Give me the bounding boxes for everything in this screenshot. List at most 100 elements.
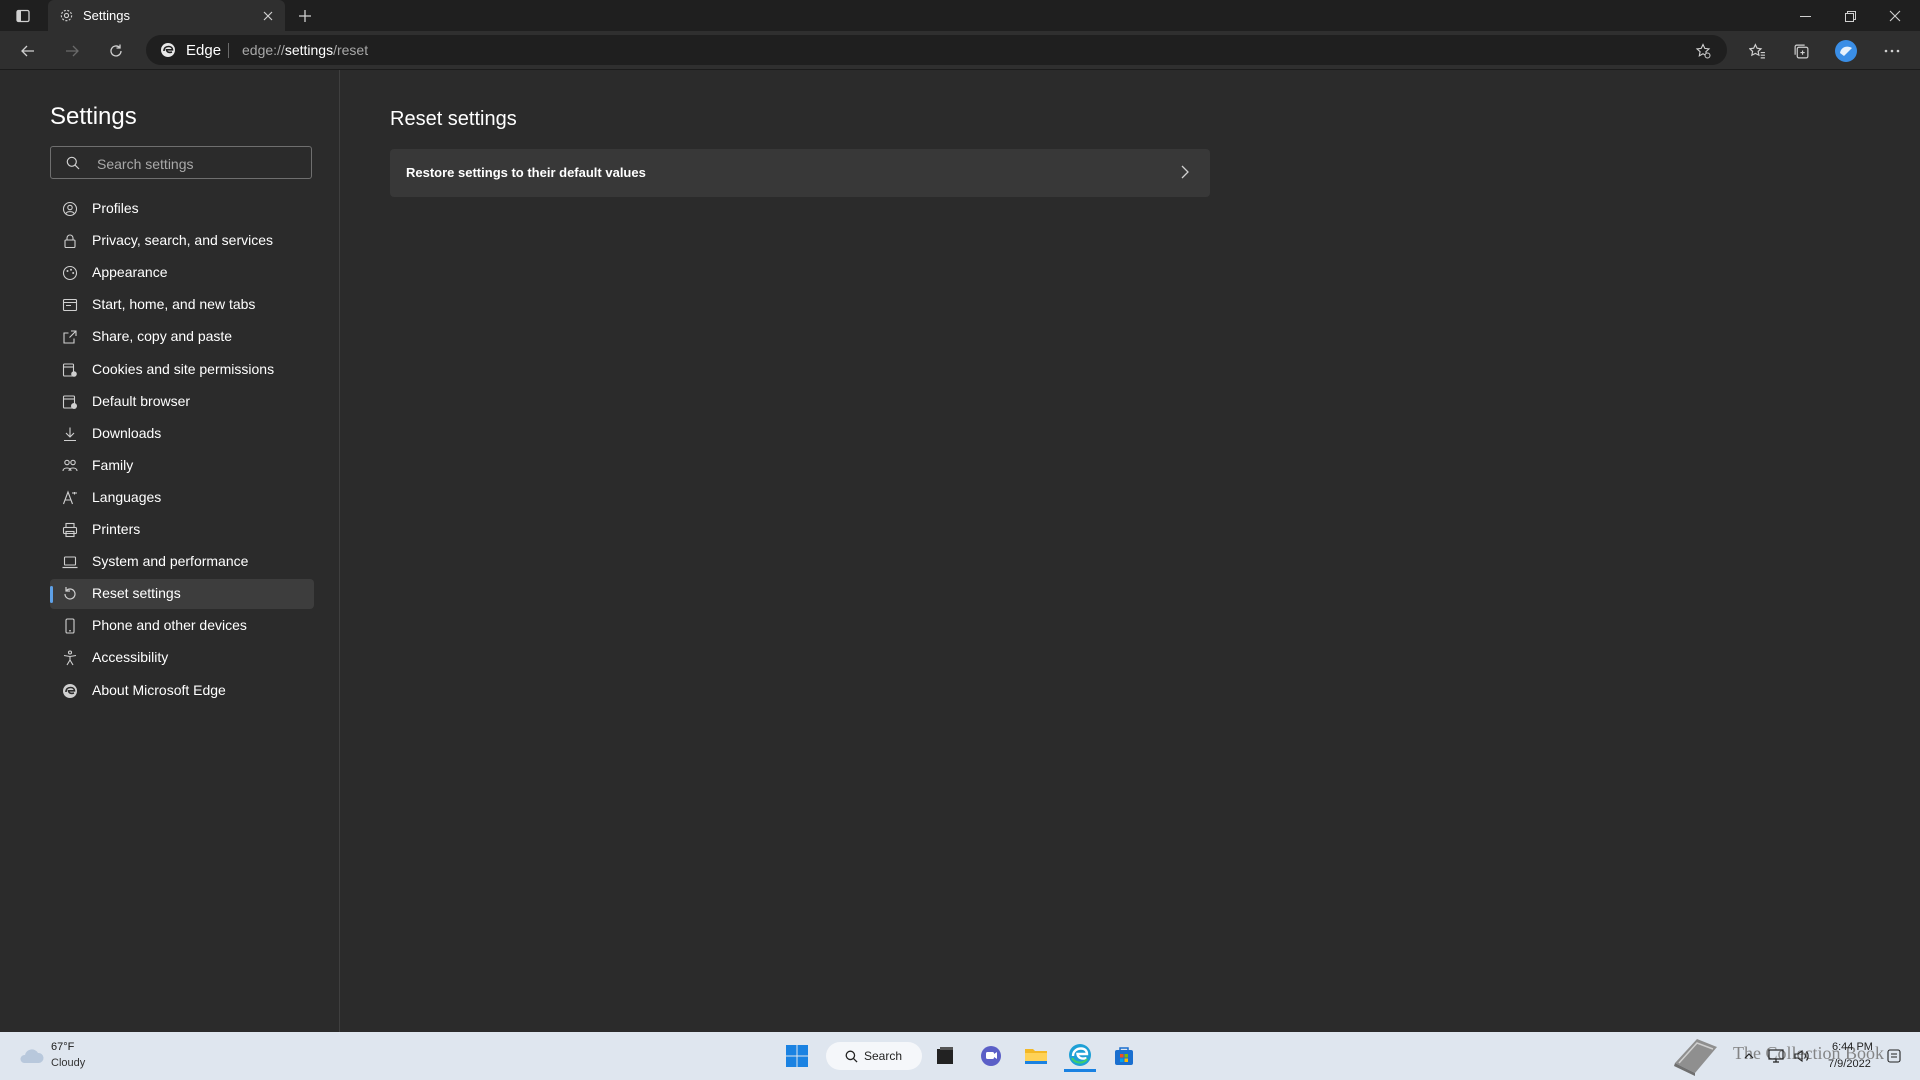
url-path: /reset bbox=[333, 42, 369, 58]
edge-taskbar-icon[interactable] bbox=[1064, 1040, 1096, 1072]
profile-icon bbox=[62, 201, 78, 217]
sidebar-item-appearance[interactable]: Appearance bbox=[50, 258, 314, 288]
notifications-icon[interactable] bbox=[1884, 1040, 1904, 1072]
restore-defaults-row[interactable]: Restore settings to their default values bbox=[390, 149, 1210, 197]
download-icon bbox=[62, 426, 78, 442]
watermark-book-icon bbox=[1667, 1032, 1723, 1078]
network-icon[interactable] bbox=[1766, 1040, 1786, 1072]
chevron-right-icon bbox=[1178, 165, 1192, 179]
forward-icon[interactable] bbox=[61, 40, 83, 62]
sidebar-item-label: Profiles bbox=[92, 200, 139, 216]
search-input[interactable] bbox=[95, 153, 299, 175]
sidebar-item-accessibility[interactable]: Accessibility bbox=[50, 643, 314, 673]
new-tab-icon[interactable] bbox=[295, 6, 315, 26]
taskbar-search[interactable]: Search bbox=[826, 1042, 922, 1070]
gear-icon bbox=[58, 7, 74, 23]
sidebar-item-languages[interactable]: Languages bbox=[50, 483, 314, 513]
sidebar-item-downloads[interactable]: Downloads bbox=[50, 419, 314, 449]
restore-icon[interactable] bbox=[1840, 6, 1860, 26]
sidebar-item-label: Default browser bbox=[92, 393, 191, 409]
volume-icon[interactable] bbox=[1792, 1040, 1812, 1072]
phone-icon bbox=[62, 618, 78, 634]
start-icon[interactable] bbox=[781, 1040, 813, 1072]
sidebar-item-label: About Microsoft Edge bbox=[92, 682, 226, 698]
cookies-icon bbox=[62, 362, 78, 378]
refresh-icon[interactable] bbox=[105, 40, 127, 62]
search-settings-box[interactable] bbox=[50, 146, 312, 179]
taskbar-search-icon bbox=[844, 1049, 858, 1063]
tab-strip bbox=[0, 0, 1920, 31]
sidebar-item-label: Reset settings bbox=[92, 585, 181, 601]
laptop-icon bbox=[62, 554, 78, 570]
file-explorer-icon[interactable] bbox=[1020, 1040, 1052, 1072]
back-icon[interactable] bbox=[17, 40, 39, 62]
address-brand: Edge bbox=[186, 42, 222, 59]
show-hidden-icons[interactable] bbox=[1740, 1040, 1758, 1072]
weather-cloud-icon[interactable] bbox=[16, 1043, 46, 1069]
close-tab-icon[interactable] bbox=[260, 8, 276, 24]
clock-date[interactable]: 7/9/2022 bbox=[1828, 1058, 1871, 1070]
taskbar-search-label: Search bbox=[864, 1049, 903, 1063]
sidebar-item-cookies-and-site-permissions[interactable]: Cookies and site permissions bbox=[50, 355, 314, 385]
tab-settings[interactable]: Settings bbox=[48, 0, 285, 31]
add-favorite-icon[interactable] bbox=[1694, 42, 1712, 60]
printer-icon bbox=[62, 522, 78, 538]
sidebar-item-about-microsoft-edge[interactable]: About Microsoft Edge bbox=[50, 676, 314, 706]
store-icon[interactable] bbox=[1108, 1040, 1140, 1072]
chat-icon[interactable] bbox=[975, 1040, 1007, 1072]
task-view-icon[interactable] bbox=[929, 1040, 961, 1072]
sidebar-item-label: Share, copy and paste bbox=[92, 328, 233, 344]
sidebar-item-phone-and-other-devices[interactable]: Phone and other devices bbox=[50, 611, 314, 641]
share-icon bbox=[62, 329, 78, 345]
language-icon bbox=[62, 490, 78, 506]
sidebar-item-profiles[interactable]: Profiles bbox=[50, 194, 314, 224]
appearance-icon bbox=[62, 265, 78, 281]
sidebar-item-label: Downloads bbox=[92, 425, 162, 441]
sidebar-item-label: Family bbox=[92, 457, 134, 473]
browser-icon bbox=[62, 394, 78, 410]
sidebar-item-start-home-and-new-tabs[interactable]: Start, home, and new tabs bbox=[50, 290, 314, 320]
more-options-icon[interactable] bbox=[1881, 40, 1903, 62]
address-separator bbox=[228, 43, 229, 58]
edge-icon bbox=[62, 683, 78, 699]
tab-title: Settings bbox=[83, 8, 130, 23]
address-url[interactable]: edge://settings/reset bbox=[242, 42, 368, 58]
address-bar[interactable]: Edge edge://settings/reset bbox=[146, 35, 1727, 65]
settings-title: Settings bbox=[50, 103, 137, 130]
sidebar-item-label: Printers bbox=[92, 521, 141, 537]
url-prefix: edge:// bbox=[242, 42, 285, 58]
sidebar-item-share-copy-and-paste[interactable]: Share, copy and paste bbox=[50, 322, 314, 352]
sidebar-item-label: Languages bbox=[92, 489, 162, 505]
family-icon bbox=[62, 458, 78, 474]
sidebar-item-reset-settings[interactable]: Reset settings bbox=[50, 579, 314, 609]
url-host: settings bbox=[284, 42, 334, 58]
search-icon bbox=[65, 155, 81, 171]
clock-time[interactable]: 6:44 PM bbox=[1832, 1041, 1873, 1053]
home-tabs-icon bbox=[62, 297, 78, 313]
sidebar-item-label: Cookies and site permissions bbox=[92, 361, 275, 377]
sidebar-item-label: System and performance bbox=[92, 553, 249, 569]
sidebar-item-printers[interactable]: Printers bbox=[50, 515, 314, 545]
sidebar-item-label: Appearance bbox=[92, 264, 168, 280]
close-window-icon[interactable] bbox=[1885, 6, 1905, 26]
page-title: Reset settings bbox=[390, 108, 517, 130]
profile-avatar-icon[interactable] bbox=[1833, 38, 1859, 64]
sidebar-item-label: Accessibility bbox=[92, 649, 169, 665]
weather-condition: Cloudy bbox=[51, 1057, 86, 1069]
sidebar-item-family[interactable]: Family bbox=[50, 451, 314, 481]
lock-icon bbox=[62, 233, 78, 249]
sidebar-item-label: Phone and other devices bbox=[92, 617, 247, 633]
collections-icon[interactable] bbox=[1790, 40, 1812, 62]
restore-defaults-label: Restore settings to their default values bbox=[406, 165, 646, 180]
sidebar-item-privacy-search-and-services[interactable]: Privacy, search, and services bbox=[50, 226, 314, 256]
sidebar-item-default-browser[interactable]: Default browser bbox=[50, 387, 314, 417]
edge-logo-icon bbox=[160, 42, 176, 58]
accessibility-icon bbox=[62, 650, 78, 666]
sidebar-item-system-and-performance[interactable]: System and performance bbox=[50, 547, 314, 577]
weather-temperature: 67°F bbox=[51, 1041, 75, 1053]
sidebar-item-label: Privacy, search, and services bbox=[92, 232, 274, 248]
minimize-icon[interactable] bbox=[1795, 6, 1815, 26]
favorites-icon[interactable] bbox=[1746, 40, 1768, 62]
reset-icon bbox=[62, 586, 78, 602]
tab-actions-icon[interactable] bbox=[12, 6, 34, 26]
